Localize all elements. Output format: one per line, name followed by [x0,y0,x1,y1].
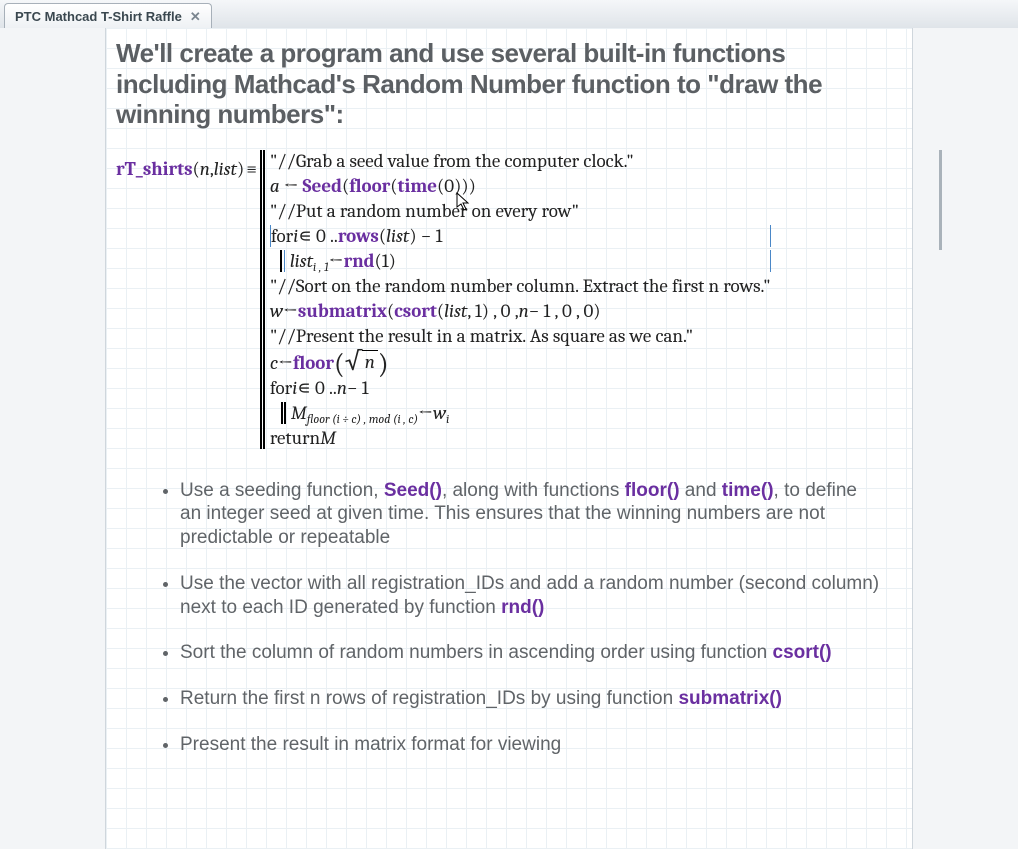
function-name: rT_shirts [116,158,193,180]
minus1b: − 1 [347,377,369,399]
open2: ( [390,175,397,197]
open5: ( [437,300,444,322]
fn-floor2: floor [293,352,334,374]
args-mid: , 1) , 0 , [467,300,518,322]
fn-csort: csort [394,300,437,322]
bullet-1: Use a seeding function, Seed(), along wi… [180,479,882,550]
comment-sort: "//Sort on the random number column. Ext… [270,275,771,297]
var-M: M [291,402,307,424]
comment-present: "//Present the result in a matrix. As sq… [270,325,771,347]
worksheet-page[interactable]: We'll create a program and use several b… [105,28,913,849]
var-w2: w [433,402,446,424]
var-list3: list [444,300,467,322]
hl-rnd: rnd() [501,597,544,618]
assign-arrow2: ← [329,250,344,272]
tab-bar: PTC Mathcad T-Shirt Raffle ✕ [0,0,1018,29]
close-icon[interactable]: ✕ [190,10,201,23]
rnd-arg: (1) [375,250,396,272]
hl-floor: floor() [625,480,680,501]
range-in: ∊ 0 .. [298,225,338,247]
function-lhs: rT_shirts(n,list)≡ [116,150,260,180]
bullet-4: Return the first n rows of registration_… [180,687,882,711]
subscript-i1: i , 1 [313,260,329,274]
fn-seed: Seed [303,175,342,197]
assign-arrow: ← [280,175,303,197]
sqrt-symbol: √ [345,354,362,370]
range-in2: ∊ 0 .. [297,377,337,399]
for-kw2: for [270,377,292,399]
subscript-M: floor (i ÷ c) , mod (i , c) [307,412,418,426]
definition-equals: ≡ [244,158,260,180]
subscript-w: i [446,412,449,426]
for-rows: for i ∊ 0 .. rows ( list ) − 1 [270,225,771,247]
region-marker [939,150,942,250]
document-tab[interactable]: PTC Mathcad T-Shirt Raffle ✕ [4,3,212,28]
fn-submatrix: submatrix [298,300,387,322]
open4: ( [387,300,394,322]
var-a: a [270,175,280,197]
fn-rows: rows [338,225,379,247]
hl-csort: csort() [773,642,832,663]
for-n: for i ∊ 0 .. n − 1 [270,377,771,399]
assign-arrow5: ← [418,402,433,424]
fn-rnd: rnd [344,250,375,272]
var-M2: M [320,427,336,449]
program-definition-region[interactable]: rT_shirts(n,list)≡ "//Grab a seed value … [116,150,912,449]
arg-n: n [200,158,210,180]
bullet-2: Use the vector with all registration_IDs… [180,572,882,620]
open1: ( [342,175,349,197]
arg-list: list [214,158,237,180]
sqrt: √ n [345,350,378,373]
assign-w: w ← submatrix ( csort ( list , 1) , 0 , … [270,300,771,322]
comment-seed: "//Grab a seed value from the computer c… [270,150,771,172]
assign-list-rnd: list i , 1 ← rnd (1) [290,250,760,272]
assign-c: c ← floor ( √ n ) [270,350,771,374]
var-list2: list [290,250,313,272]
t1c: and [680,480,722,501]
app-window: PTC Mathcad T-Shirt Raffle ✕ We'll creat… [0,0,1018,849]
document-viewport[interactable]: We'll create a program and use several b… [0,28,1018,849]
var-n: n [519,300,529,322]
var-n2: n [337,377,347,399]
sqrt-arg-n: n [362,350,378,373]
hl-time: time() [722,480,774,501]
return-line: return M [270,427,771,449]
open3: ( [379,225,386,247]
t1a: Use a seeding function, [180,480,384,501]
for-body-1: list i , 1 ← rnd (1) [284,250,771,272]
t4a: Return the first n rows of registration_… [180,688,678,709]
t1b: , along with functions [442,480,625,501]
var-list: list [386,225,409,247]
hl-submatrix: submatrix() [678,688,781,709]
bullet-5: Present the result in matrix format for … [180,733,882,757]
assign-M: M floor (i ÷ c) , mod (i , c) ← w i [291,402,771,424]
assign-arrow3: ← [283,300,298,322]
tab-title: PTC Mathcad T-Shirt Raffle [15,9,182,24]
page-heading: We'll create a program and use several b… [116,38,902,130]
minus1: ) − 1 [409,225,442,247]
explanation-list: Use a seeding function, Seed(), along wi… [162,479,882,757]
comment-rnd: "//Put a random number on every row" [270,200,771,222]
for-kw: for [271,225,293,247]
fn-floor: floor [349,175,390,197]
fn-time: time [398,175,437,197]
t3a: Sort the column of random numbers in asc… [180,642,773,663]
var-c: c [270,352,278,374]
program-body: "//Grab a seed value from the computer c… [263,150,771,449]
for-body-2: M floor (i ÷ c) , mod (i , c) ← w i [284,402,771,424]
hl-seed: Seed() [384,480,442,501]
tail-parens: (0))) [437,175,476,197]
paren-open: ( [193,158,200,180]
return-kw: return [270,427,320,449]
assign-arrow4: ← [278,352,293,374]
args-end: − 1 , 0 , 0) [529,300,601,322]
var-w: w [270,300,283,322]
assign-seed: a ← Seed ( floor ( time (0))) [270,175,771,197]
bullet-3: Sort the column of random numbers in asc… [180,641,882,665]
